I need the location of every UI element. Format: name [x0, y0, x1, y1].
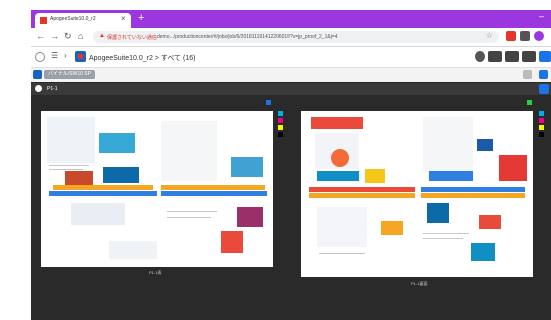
tab-close-icon[interactable]: × — [121, 14, 126, 23]
text-line — [423, 238, 463, 239]
job-icon — [33, 70, 42, 79]
spread-back[interactable] — [301, 111, 533, 277]
page-thumb — [47, 117, 95, 163]
window-minimize-icon[interactable]: – — [539, 11, 544, 21]
favicon-icon — [40, 17, 47, 24]
back-icon[interactable]: ← — [36, 31, 45, 41]
breadcrumb[interactable]: ApogeeSuite10.0_r2 > すべて (16) — [89, 53, 195, 63]
page-thumb — [317, 207, 367, 247]
chevron-right-icon: › — [64, 51, 67, 60]
photo-block — [99, 133, 135, 153]
check-mark-icon[interactable] — [527, 100, 532, 105]
color-band — [49, 191, 157, 196]
color-band — [309, 187, 415, 192]
magenta-swatch — [539, 118, 544, 123]
text-line — [167, 211, 217, 212]
magenta-swatch — [278, 118, 283, 123]
reload-icon[interactable]: ↻ — [64, 31, 72, 42]
tile-icon[interactable] — [523, 70, 532, 79]
text-line — [319, 253, 365, 254]
black-swatch — [539, 132, 544, 137]
photo-block — [331, 149, 349, 167]
photo-block — [103, 167, 139, 183]
home-icon[interactable]: ⌂ — [78, 31, 83, 41]
list-icon[interactable]: ☰ — [51, 51, 58, 60]
photo-block — [317, 171, 359, 181]
toolbar: バイナル/SW10 SP — [31, 68, 551, 82]
color-band — [421, 187, 525, 192]
bookmark-star-icon[interactable]: ☆ — [486, 31, 493, 40]
page-thumb — [423, 117, 473, 173]
black-swatch — [278, 132, 283, 137]
photo-block — [237, 207, 263, 227]
text-line — [49, 165, 89, 166]
photo-block — [427, 203, 449, 223]
page-thumb — [109, 241, 157, 259]
page-menu-icon[interactable] — [539, 84, 549, 94]
photo-block — [471, 243, 495, 261]
puzzle-icon[interactable] — [520, 31, 530, 41]
photo-block — [311, 117, 363, 129]
security-status: 保護されていない通信 — [107, 35, 157, 41]
url-field[interactable]: ▲ 保護されていない通信 demo.../productioncenter/#/… — [93, 31, 499, 43]
color-band — [161, 191, 267, 196]
new-tab-button[interactable]: + — [138, 12, 144, 24]
photo-block — [221, 231, 243, 253]
text-line — [423, 233, 469, 234]
app-header: ☰ › ApogeeSuite10.0_r2 > すべて (16) — [31, 47, 551, 68]
color-band — [53, 185, 153, 190]
spread-front-label: P1-1表 — [149, 270, 162, 275]
page-dot-icon[interactable] — [35, 85, 42, 92]
color-band — [309, 193, 415, 198]
text-line — [49, 169, 83, 170]
tab-bar: ApogeeSuite10.0_r2 × + – — [31, 10, 551, 28]
page-thumb — [71, 203, 125, 225]
cyan-swatch — [278, 111, 283, 116]
yellow-swatch — [539, 125, 544, 130]
info-icon[interactable] — [475, 51, 485, 62]
settings-button[interactable] — [539, 51, 551, 62]
download-button[interactable] — [488, 51, 502, 62]
tab-title: ApogeeSuite10.0_r2 — [50, 16, 96, 22]
photo-block — [429, 171, 473, 181]
color-band — [161, 185, 265, 190]
text-line — [167, 217, 211, 218]
browser-window: ApogeeSuite10.0_r2 × + – ← → ↻ ⌂ ▲ 保護されて… — [31, 10, 551, 320]
url-text: demo.../productioncenter/#/jobs/job/6/20… — [157, 34, 338, 40]
single-view-button[interactable] — [522, 51, 536, 62]
photo-block — [231, 157, 263, 177]
job-chip[interactable]: バイナル/SW10 SP — [44, 70, 95, 79]
grid-view-button[interactable] — [505, 51, 519, 62]
apogee-logo-icon — [75, 51, 86, 62]
list-view-icon[interactable] — [539, 70, 548, 79]
warning-icon: ▲ — [99, 33, 105, 39]
profile-icon[interactable] — [534, 31, 544, 41]
spread-front[interactable] — [41, 111, 273, 267]
color-band — [421, 193, 525, 198]
cyan-swatch — [539, 111, 544, 116]
viewer-bar: P1-1 — [31, 83, 551, 95]
photo-block — [365, 169, 385, 183]
calibration-mark — [266, 100, 271, 105]
browser-tab[interactable]: ApogeeSuite10.0_r2 × — [35, 13, 131, 28]
photo-block — [499, 155, 527, 181]
extension-icon[interactable] — [506, 31, 516, 41]
photo-block — [381, 221, 403, 235]
photo-block — [479, 215, 501, 229]
forward-icon[interactable]: → — [50, 31, 59, 41]
page-label: P1-1 — [47, 86, 58, 92]
yellow-swatch — [278, 125, 283, 130]
page-thumb — [161, 121, 217, 181]
address-bar: ← → ↻ ⌂ ▲ 保護されていない通信 demo.../productionc… — [31, 28, 551, 47]
menu-circle-icon[interactable] — [35, 52, 45, 62]
spread-back-label: P1-1裏面 — [411, 281, 428, 286]
photo-block — [477, 139, 493, 151]
